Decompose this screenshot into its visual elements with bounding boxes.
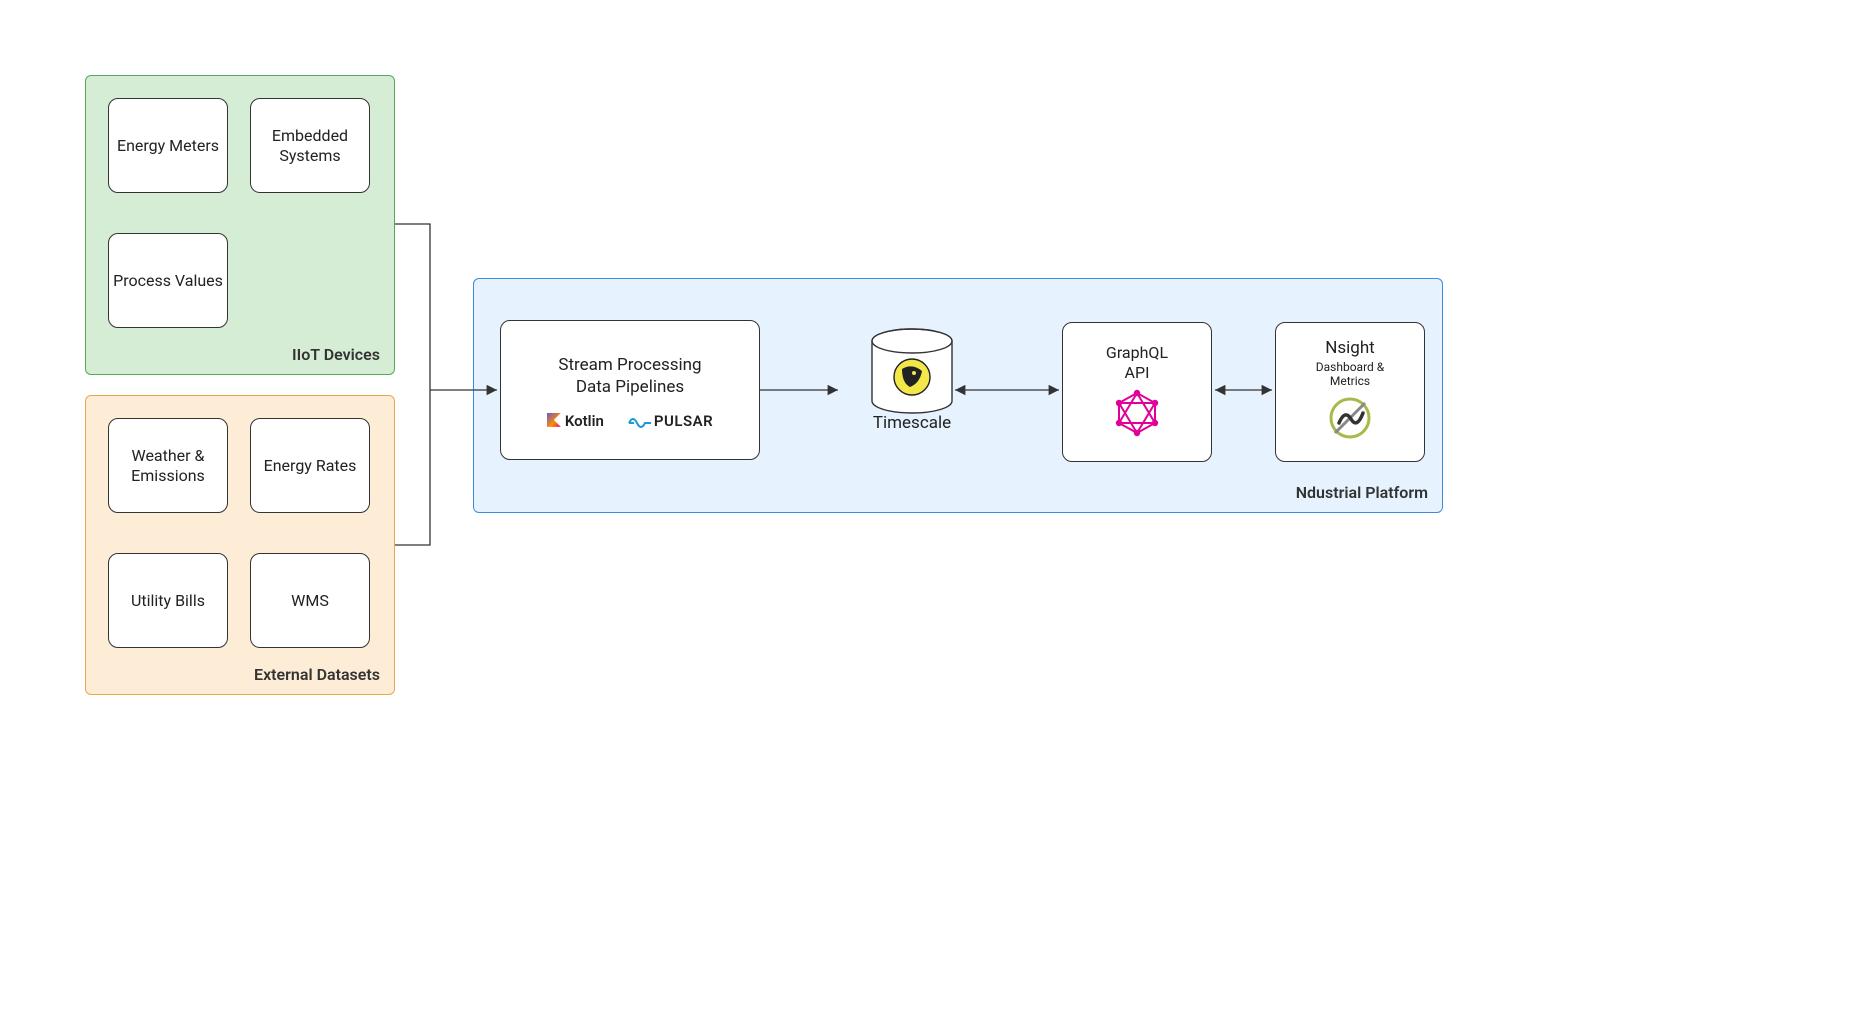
node-label: Process Values xyxy=(113,271,223,291)
nsight-icon xyxy=(1327,395,1373,446)
node-wms: WMS xyxy=(250,553,370,648)
nsight-sublabel: Dashboard & Metrics xyxy=(1316,361,1384,389)
node-graphql-api: GraphQL API xyxy=(1062,322,1212,462)
node-label: WMS xyxy=(291,591,329,611)
node-label: Utility Bills xyxy=(131,591,205,611)
node-utility-bills: Utility Bills xyxy=(108,553,228,648)
node-stream-processing: Stream Processing Data Pipelines Kotlin … xyxy=(500,320,760,460)
group-label-external: External Datasets xyxy=(254,665,380,684)
stream-title: Stream Processing Data Pipelines xyxy=(558,355,701,398)
node-nsight: Nsight Dashboard & Metrics xyxy=(1275,322,1425,462)
node-label: Energy Rates xyxy=(264,456,357,476)
graphql-icon xyxy=(1115,389,1159,442)
diagram-canvas: IIoT Devices Energy Meters Embedded Syst… xyxy=(0,0,1500,830)
node-energy-rates: Energy Rates xyxy=(250,418,370,513)
pulsar-icon xyxy=(628,413,652,429)
kotlin-icon xyxy=(547,413,561,427)
nsight-label: Nsight xyxy=(1325,338,1375,359)
node-embedded-systems: Embedded Systems xyxy=(250,98,370,193)
node-label: Energy Meters xyxy=(117,136,219,156)
node-label: Weather & Emissions xyxy=(109,446,227,486)
kotlin-logo: Kotlin xyxy=(547,412,604,431)
node-label: Embedded Systems xyxy=(251,126,369,166)
stream-logos: Kotlin PULSAR xyxy=(547,412,713,431)
graphql-label: GraphQL API xyxy=(1106,343,1168,383)
timescale-cylinder-icon xyxy=(862,327,962,417)
node-energy-meters: Energy Meters xyxy=(108,98,228,193)
group-label-iiot: IIoT Devices xyxy=(292,345,380,364)
pulsar-logo: PULSAR xyxy=(628,412,713,431)
group-label-platform: Ndustrial Platform xyxy=(1296,483,1428,502)
node-timescale: Timescale xyxy=(832,327,992,434)
node-process-values: Process Values xyxy=(108,233,228,328)
node-weather-emissions: Weather & Emissions xyxy=(108,418,228,513)
